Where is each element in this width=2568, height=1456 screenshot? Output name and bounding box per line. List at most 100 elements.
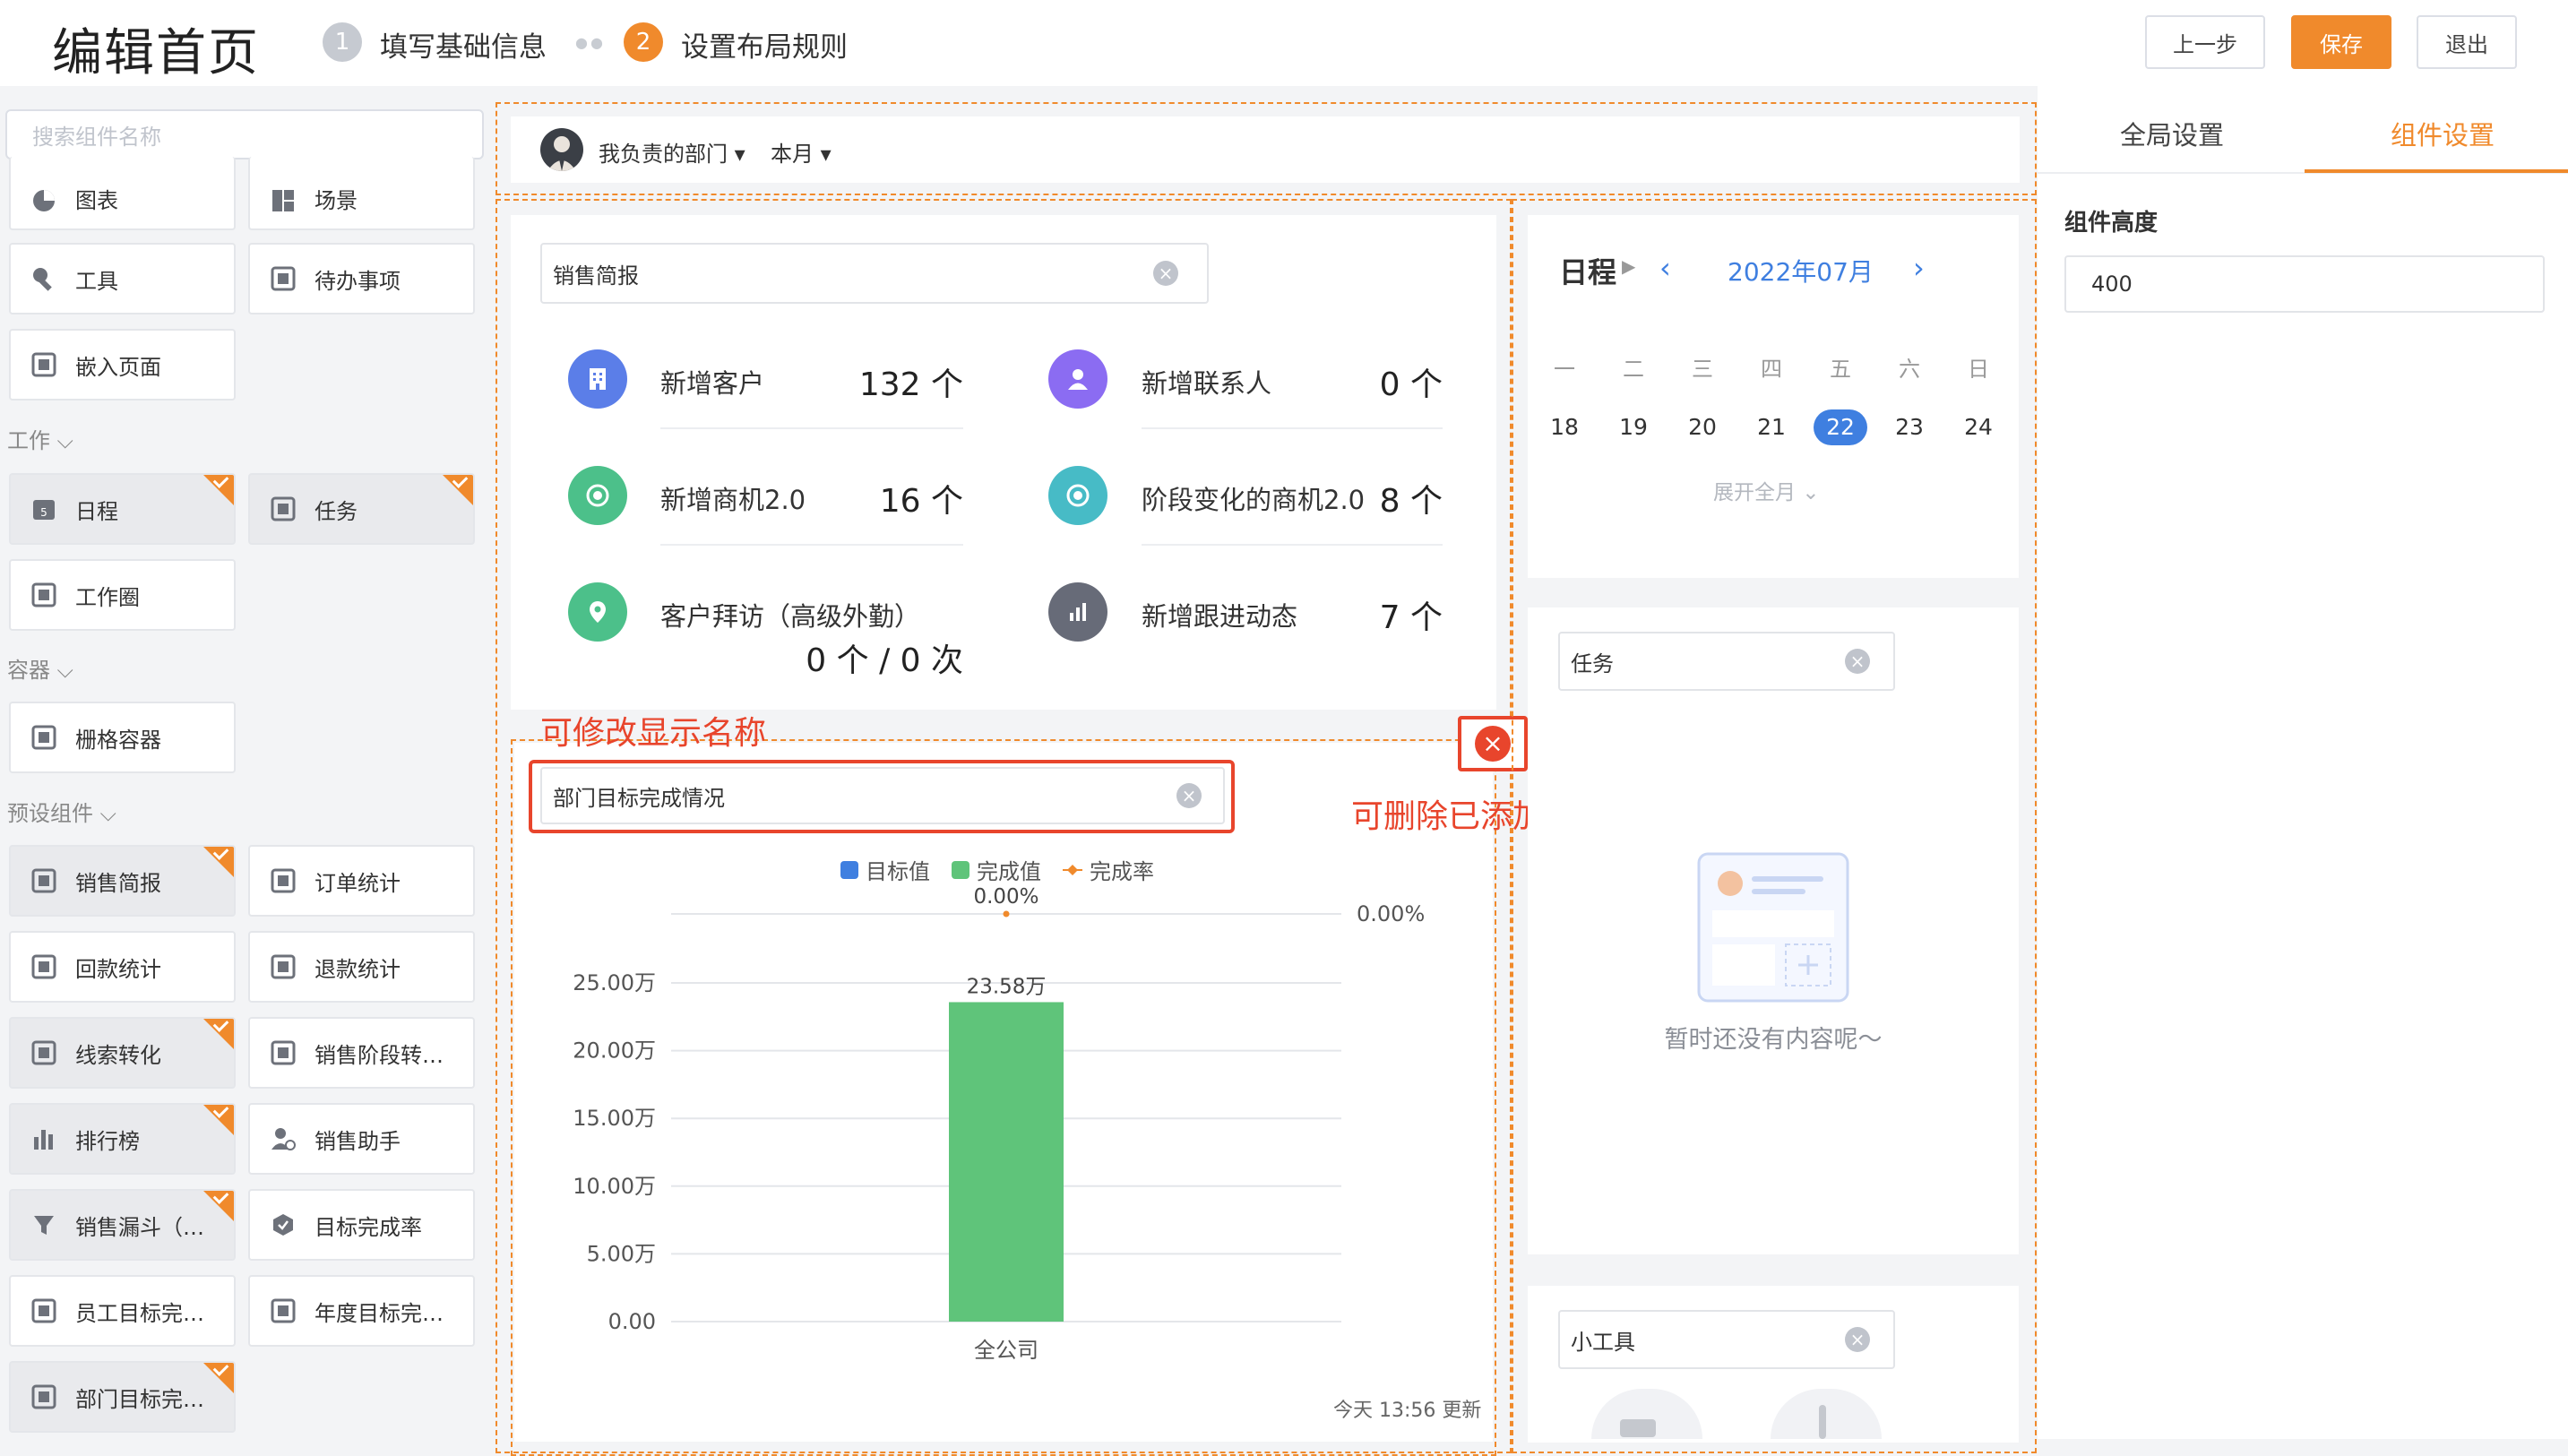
calendar-day-today[interactable]: 22 <box>1814 409 1867 445</box>
step-separator-dots: ●● <box>575 34 606 51</box>
component-todo[interactable]: 待办事项 <box>248 243 475 314</box>
caret-down-icon: ▾ <box>728 142 745 167</box>
layout-icon <box>270 187 297 214</box>
stat-value[interactable]: 0 个 / 0 次 <box>735 634 963 681</box>
added-check-icon <box>443 475 473 505</box>
update-time: 今天 13:56 更新 <box>1333 1400 1482 1422</box>
page-title: 编辑首页 <box>52 24 260 82</box>
component-scene[interactable]: 场景 <box>248 157 475 230</box>
avatar[interactable] <box>540 128 583 171</box>
delete-component-button[interactable]: × <box>1475 726 1511 762</box>
component-sales-brief[interactable]: 销售简报 <box>9 845 236 917</box>
component-task[interactable]: 任务 <box>248 473 475 545</box>
component-refund-stats[interactable]: 退款统计 <box>248 931 475 1003</box>
prev-step-button[interactable]: 上一步 <box>2145 15 2265 69</box>
clear-icon[interactable]: × <box>1153 261 1178 286</box>
component-order-stats[interactable]: 订单统计 <box>248 845 475 917</box>
pie-chart-icon <box>30 187 57 214</box>
component-goal-rate[interactable]: 目标完成率 <box>248 1189 475 1261</box>
calendar-icon: 5 <box>30 495 57 522</box>
period-filter-dropdown[interactable]: 本月 ▾ <box>771 136 832 168</box>
component-tool[interactable]: 工具 <box>9 243 236 314</box>
save-button[interactable]: 保存 <box>2291 15 2391 69</box>
component-dept-goal[interactable]: 部门目标完… <box>9 1361 236 1433</box>
clear-icon[interactable]: × <box>1845 1327 1870 1352</box>
added-check-icon <box>203 1191 234 1221</box>
component-label: 销售简报 <box>75 870 161 896</box>
weekday: 三 <box>1692 357 1713 382</box>
added-check-icon <box>203 1363 234 1393</box>
chevron-down-icon: ⌵ <box>50 428 73 453</box>
dept-goal-name: 部门目标完成情况 <box>553 785 725 811</box>
stat-value[interactable]: 132 个 <box>788 358 963 405</box>
tools-name-input[interactable]: 小工具 × <box>1558 1310 1895 1369</box>
wrench-icon <box>30 265 57 292</box>
component-employee-goal[interactable]: 员工目标完… <box>9 1275 236 1347</box>
y-tick-label: 15.00万 <box>573 1106 656 1131</box>
y-tick-label: 25.00万 <box>573 970 656 995</box>
calendar-day[interactable]: 24 <box>1952 409 2005 445</box>
bar-chart-icon <box>1048 582 1107 642</box>
component-label: 退款统计 <box>315 956 401 982</box>
component-label: 日程 <box>75 498 118 524</box>
person-icon <box>1048 349 1107 409</box>
calendar-day[interactable]: 21 <box>1745 409 1798 445</box>
stat-value[interactable]: 16 个 <box>788 475 963 521</box>
component-stage-conversion[interactable]: 销售阶段转… <box>248 1017 475 1089</box>
component-generic-icon <box>270 1039 297 1066</box>
clear-icon[interactable]: × <box>1845 649 1870 674</box>
stat-label: 新增联系人 <box>1142 368 1272 399</box>
sales-brief-name: 销售简报 <box>553 263 639 289</box>
calendar-day[interactable]: 20 <box>1676 409 1729 445</box>
stat-value[interactable]: 8 个 <box>1344 475 1443 521</box>
exit-button[interactable]: 退出 <box>2417 15 2517 69</box>
tab-active-indicator <box>2305 169 2568 173</box>
component-chart[interactable]: 图表 <box>9 157 236 230</box>
stat-label: 客户拜访（高级外勤） <box>660 601 921 632</box>
calendar-month[interactable]: 2022年07月 <box>1728 253 1874 289</box>
height-input[interactable]: 400 <box>2064 255 2545 313</box>
person-gear-icon <box>270 1125 297 1152</box>
divider <box>660 544 963 546</box>
step-2-number: 2 <box>624 22 663 62</box>
component-generic-icon <box>30 953 57 980</box>
added-check-icon <box>203 1105 234 1135</box>
caret-right-icon[interactable]: ▶ <box>1622 255 1635 277</box>
dept-filter-dropdown[interactable]: 我负责的部门 ▾ <box>599 136 745 168</box>
calendar-day[interactable]: 19 <box>1607 409 1660 445</box>
component-grid-container[interactable]: 栅格容器 <box>9 702 236 773</box>
component-generic-icon <box>30 1297 57 1324</box>
component-generic-icon <box>30 582 57 608</box>
expand-month-button[interactable]: 展开全月 ⌄ <box>1713 475 1820 505</box>
prev-month-button[interactable]: ‹ <box>1659 251 1671 285</box>
next-month-button[interactable]: › <box>1913 251 1925 285</box>
tab-component-settings[interactable]: 组件设置 <box>2391 115 2495 152</box>
clear-icon[interactable]: × <box>1176 783 1202 808</box>
divider <box>660 427 963 429</box>
component-sales-funnel[interactable]: 销售漏斗（… <box>9 1189 236 1261</box>
stat-value[interactable]: 7 个 <box>1344 591 1443 638</box>
component-year-goal[interactable]: 年度目标完… <box>248 1275 475 1347</box>
task-name-input[interactable]: 任务 × <box>1558 632 1895 691</box>
step-2-label: 设置布局规则 <box>681 31 848 64</box>
group-work[interactable]: 工作 ⌵ <box>7 423 73 454</box>
calendar-day[interactable]: 23 <box>1883 409 1936 445</box>
sales-brief-name-input[interactable]: 销售简报 × <box>540 243 1209 304</box>
component-sales-assistant[interactable]: 销售助手 <box>248 1103 475 1175</box>
component-search-input[interactable]: 搜索组件名称 <box>5 109 484 159</box>
tab-global-settings[interactable]: 全局设置 <box>2120 115 2224 152</box>
dept-goal-name-input[interactable]: 部门目标完成情况 × <box>540 767 1225 824</box>
stat-value[interactable]: 0 个 <box>1272 358 1443 405</box>
group-preset[interactable]: 预设组件 ⌵ <box>7 796 116 827</box>
calendar-day[interactable]: 18 <box>1538 409 1591 445</box>
component-payment-stats[interactable]: 回款统计 <box>9 931 236 1003</box>
component-ranking[interactable]: 排行榜 <box>9 1103 236 1175</box>
component-schedule[interactable]: 5 日程 <box>9 473 236 545</box>
component-lead-conversion[interactable]: 线索转化 <box>9 1017 236 1089</box>
x-tick-label: 全公司 <box>974 1338 1038 1363</box>
hook-icon <box>1819 1405 1826 1439</box>
component-label: 线索转化 <box>75 1042 161 1068</box>
component-work-circle[interactable]: 工作圈 <box>9 559 236 631</box>
component-embed-page[interactable]: 嵌入页面 <box>9 329 236 401</box>
group-container[interactable]: 容器 ⌵ <box>7 652 73 684</box>
